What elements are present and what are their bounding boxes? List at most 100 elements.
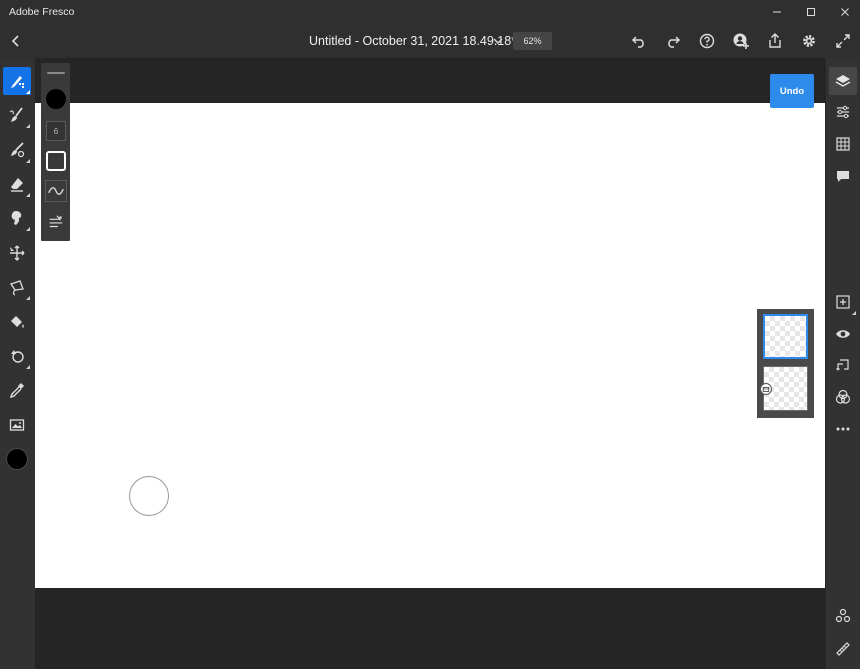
brush-properties-panel: 6 — [41, 63, 70, 241]
import-icon — [836, 359, 849, 371]
undo-icon — [631, 36, 644, 48]
brush-settings-icon — [49, 215, 63, 228]
undo-button[interactable]: Undo — [770, 74, 814, 108]
brush-size-field[interactable]: 6 — [46, 121, 66, 141]
grid-button[interactable] — [829, 130, 857, 158]
invite-button[interactable] — [729, 29, 753, 53]
document-menu-button[interactable] — [486, 29, 510, 53]
shapes-tool[interactable] — [3, 342, 31, 370]
comments-icon — [837, 171, 849, 182]
tool-options-indicator — [26, 296, 30, 300]
app-title: Adobe Fresco — [9, 6, 75, 18]
chevron-left-icon — [11, 35, 19, 47]
fill-tool[interactable] — [3, 308, 31, 336]
chevron-down-icon — [493, 38, 503, 44]
comments-button[interactable] — [829, 162, 857, 190]
layers-icon — [835, 75, 851, 87]
help-icon — [699, 33, 715, 49]
brush-cursor — [129, 476, 169, 516]
vector-brush-icon — [11, 142, 25, 158]
background-layer-badge — [760, 383, 772, 395]
tool-options-indicator — [26, 365, 30, 369]
tool-options-indicator — [26, 90, 30, 94]
eraser-icon — [11, 178, 23, 192]
smudge-icon — [11, 211, 22, 225]
tool-options-indicator — [852, 311, 856, 315]
redo-icon — [668, 36, 681, 48]
eraser-tool[interactable] — [3, 170, 31, 198]
brush-color-button[interactable] — [45, 88, 67, 110]
shapes-icon — [11, 350, 24, 363]
back-button[interactable] — [4, 29, 28, 53]
close-icon — [841, 8, 849, 16]
redo-action-button[interactable] — [661, 29, 685, 53]
layer-lock-icon — [762, 387, 770, 392]
panel-grip[interactable] — [47, 72, 65, 74]
more-options-button[interactable] — [829, 415, 857, 443]
more-options-icon — [836, 427, 850, 431]
eyedropper-icon — [9, 383, 24, 399]
import-button[interactable] — [829, 351, 857, 379]
color-swatch-button[interactable] — [3, 445, 31, 473]
move-tool[interactable] — [3, 239, 31, 267]
maximize-button[interactable] — [794, 0, 828, 24]
layer-thumbnail-selected[interactable] — [763, 314, 808, 359]
close-button[interactable] — [828, 0, 860, 24]
image-tool[interactable] — [3, 411, 31, 439]
pixel-brush-icon — [11, 76, 24, 88]
ruler-icon — [836, 642, 850, 656]
visibility-icon — [836, 330, 850, 338]
eyedropper-tool[interactable] — [3, 376, 31, 404]
lasso-select-tool[interactable] — [3, 273, 31, 301]
lasso-select-icon — [9, 280, 24, 296]
window-title-bar: Adobe Fresco — [0, 0, 860, 24]
pixel-brush-tool[interactable] — [3, 67, 31, 95]
smudge-tool[interactable] — [3, 204, 31, 232]
help-button[interactable] — [695, 29, 719, 53]
zoom-level[interactable]: 62% — [513, 32, 552, 50]
brush-color-icon — [46, 89, 66, 109]
live-brush-icon — [9, 107, 23, 122]
layer-properties-icon — [837, 105, 849, 119]
fill-icon — [11, 316, 24, 328]
right-toolbar — [826, 58, 860, 669]
app-bar: Untitled - October 31, 2021 18.49.18* — [0, 24, 860, 58]
invite-icon — [733, 33, 749, 49]
bottom-layers-icon — [835, 608, 851, 623]
tool-options-indicator — [26, 124, 30, 128]
layer-properties-button[interactable] — [829, 98, 857, 126]
tool-options-indicator — [26, 159, 30, 163]
undo-action-button[interactable] — [627, 29, 651, 53]
brush-shape-button[interactable] — [45, 150, 67, 172]
settings-icon — [803, 35, 815, 47]
vector-brush-tool[interactable] — [3, 136, 31, 164]
fullscreen-icon — [836, 34, 850, 48]
tool-options-indicator — [26, 193, 30, 197]
maximize-icon — [807, 8, 815, 16]
share-button[interactable] — [763, 29, 787, 53]
left-toolbar — [0, 58, 35, 669]
brush-shape-icon — [46, 151, 66, 171]
settings-button[interactable] — [797, 29, 821, 53]
add-layer-icon — [836, 295, 850, 309]
fullscreen-button[interactable] — [831, 29, 855, 53]
visibility-button[interactable] — [829, 320, 857, 348]
blend-mode-button[interactable] — [829, 383, 857, 411]
grid-icon — [836, 137, 850, 151]
move-icon — [10, 245, 25, 261]
brush-smoothing-button[interactable] — [45, 180, 67, 202]
add-layer-button[interactable] — [829, 288, 857, 316]
blend-mode-icon — [835, 389, 851, 404]
brush-settings-button[interactable] — [45, 211, 67, 233]
minimize-button[interactable] — [760, 0, 794, 24]
bottom-layers-button[interactable] — [829, 602, 857, 630]
minimize-icon — [773, 11, 781, 13]
tool-options-indicator — [26, 227, 30, 231]
layers-button[interactable] — [829, 67, 857, 95]
layers-mini-panel — [757, 309, 814, 418]
color-swatch-icon — [6, 448, 28, 470]
brush-smoothing-icon — [48, 187, 64, 195]
live-brush-tool[interactable] — [3, 101, 31, 129]
ruler-button[interactable] — [829, 635, 857, 663]
image-icon — [9, 419, 25, 431]
